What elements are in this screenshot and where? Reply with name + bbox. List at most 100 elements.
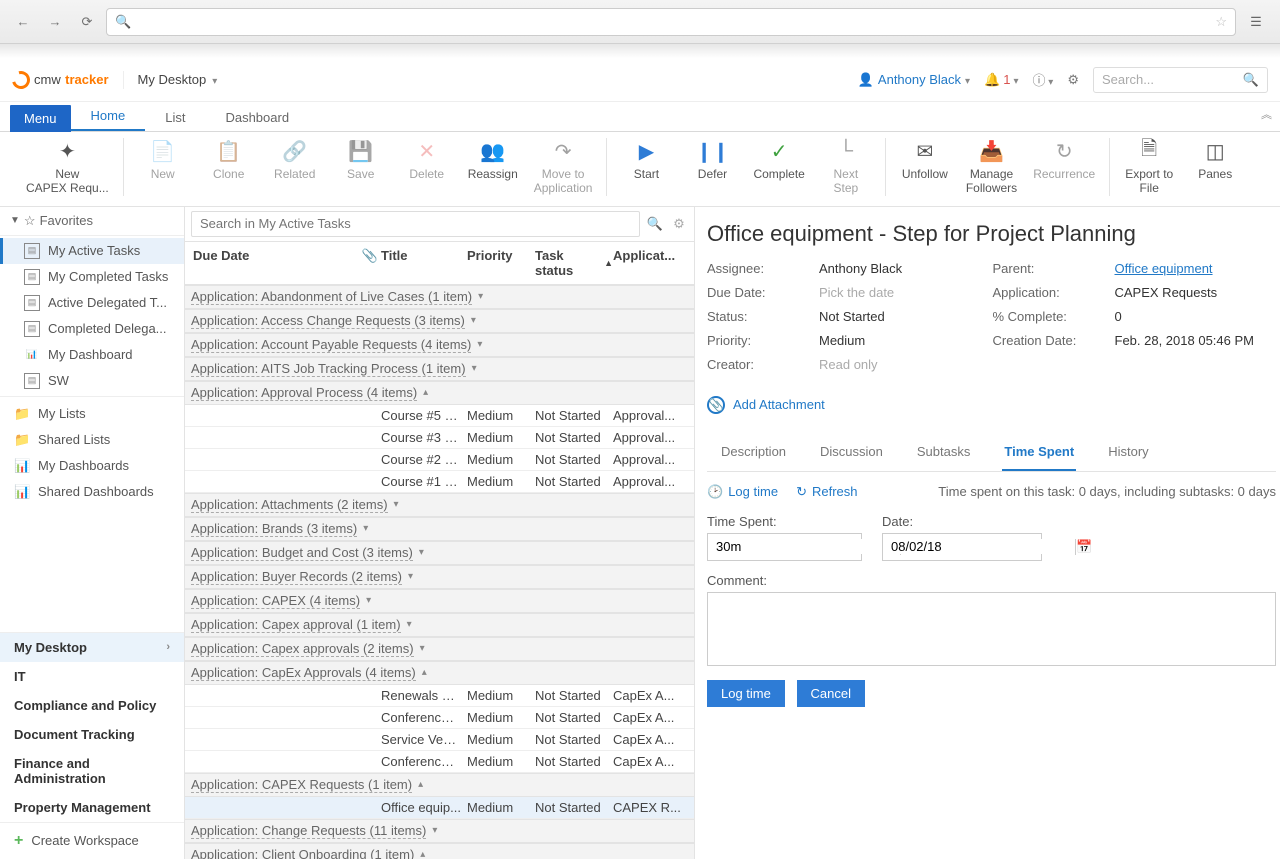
group-row[interactable]: Application: Client Onboarding (1 item)▴ (185, 843, 694, 859)
settings-gear-icon[interactable]: ⚙ (1067, 72, 1079, 88)
workspace-it[interactable]: IT (0, 662, 184, 691)
log-time-link[interactable]: 🕑Log time (707, 484, 778, 500)
task-list-body[interactable]: Application: Abandonment of Live Cases (… (185, 285, 694, 859)
sidebar-section-my-lists[interactable]: 📁My Lists (0, 401, 184, 427)
create-workspace-button[interactable]: +Create Workspace (0, 822, 184, 859)
refresh-link[interactable]: ↻Refresh (796, 484, 857, 500)
menu-button[interactable]: Menu (10, 105, 71, 132)
value-percent-complete[interactable]: 0 (1115, 309, 1277, 324)
value-priority[interactable]: Medium (819, 333, 981, 348)
task-row[interactable]: Course #2 - ...MediumNot StartedApproval… (185, 449, 694, 471)
col-priority[interactable]: Priority (467, 248, 535, 278)
tab-list[interactable]: List (145, 104, 205, 131)
tab-discussion[interactable]: Discussion (818, 434, 885, 471)
workspace-finance[interactable]: Finance and Administration (0, 749, 184, 793)
list-settings-icon[interactable]: ⚙ (670, 216, 688, 232)
col-due-date[interactable]: Due Date (189, 248, 359, 278)
group-row[interactable]: Application: Budget and Cost (3 items)▾ (185, 541, 694, 565)
value-parent-link[interactable]: Office equipment (1115, 261, 1277, 276)
col-application[interactable]: Applicat... (613, 248, 690, 278)
tab-description[interactable]: Description (719, 434, 788, 471)
complete-button[interactable]: ✓Complete (753, 138, 804, 182)
panes-button[interactable]: ◫Panes (1190, 138, 1240, 182)
list-search-icon[interactable]: 🔍 (646, 216, 664, 232)
reassign-button[interactable]: 👥Reassign (468, 138, 518, 182)
time-spent-input[interactable]: ▾ (707, 533, 862, 561)
date-field[interactable] (883, 539, 1075, 554)
group-row[interactable]: Application: Attachments (2 items)▾ (185, 493, 694, 517)
tab-dashboard[interactable]: Dashboard (205, 104, 309, 131)
current-user[interactable]: 👤 Anthony Black (858, 72, 970, 88)
sidebar-item-my-active-tasks[interactable]: ▤My Active Tasks (0, 238, 184, 264)
workspace-document-tracking[interactable]: Document Tracking (0, 720, 184, 749)
group-row[interactable]: Application: AITS Job Tracking Process (… (185, 357, 694, 381)
new-capex-button[interactable]: ✦New CAPEX Requ... (26, 138, 109, 196)
sidebar-section-my-dashboards[interactable]: 📊My Dashboards (0, 453, 184, 479)
clone-button[interactable]: 📋Clone (204, 138, 254, 182)
group-row[interactable]: Application: Account Payable Requests (4… (185, 333, 694, 357)
group-row[interactable]: Application: Access Change Requests (3 i… (185, 309, 694, 333)
url-bar[interactable]: 🔍 ☆ (106, 8, 1236, 36)
sidebar-section-shared-dashboards[interactable]: 📊Shared Dashboards (0, 479, 184, 505)
related-button[interactable]: 🔗Related (270, 138, 320, 182)
group-row[interactable]: Application: Approval Process (4 items)▴ (185, 381, 694, 405)
desktop-selector[interactable]: My Desktop (138, 72, 218, 87)
tab-history[interactable]: History (1106, 434, 1150, 471)
global-search[interactable]: Search... 🔍 (1093, 67, 1268, 93)
collapse-ribbon-icon[interactable]: ︽ (1261, 106, 1272, 122)
cancel-button[interactable]: Cancel (797, 680, 865, 707)
reload-icon[interactable]: ⟳ (74, 9, 100, 35)
calendar-icon[interactable]: 📅 (1075, 539, 1092, 555)
comment-textarea[interactable] (707, 592, 1276, 666)
delete-button[interactable]: ✕Delete (402, 138, 452, 182)
task-row[interactable]: Course #1 - ...MediumNot StartedApproval… (185, 471, 694, 493)
task-row[interactable]: Service Vehic...MediumNot StartedCapEx A… (185, 729, 694, 751)
group-row[interactable]: Application: Capex approvals (2 items)▾ (185, 637, 694, 661)
group-row[interactable]: Application: Brands (3 items)▾ (185, 517, 694, 541)
tab-home[interactable]: Home (71, 102, 146, 131)
sidebar-item-my-dashboard[interactable]: 📊My Dashboard (0, 342, 184, 368)
browser-menu-icon[interactable]: ☰ (1242, 8, 1270, 36)
next-step-button[interactable]: └Next Step (821, 138, 871, 196)
log-time-button[interactable]: Log time (707, 680, 785, 707)
group-row[interactable]: Application: Capex approval (1 item)▾ (185, 613, 694, 637)
group-row[interactable]: Application: CAPEX Requests (1 item)▴ (185, 773, 694, 797)
defer-button[interactable]: ❙❙Defer (687, 138, 737, 182)
col-attachment-icon[interactable]: 📎 (359, 248, 381, 278)
manage-followers-button[interactable]: 📥Manage Followers (966, 138, 1017, 196)
group-row[interactable]: Application: Buyer Records (2 items)▾ (185, 565, 694, 589)
sidebar-item-sw[interactable]: ▤SW (0, 368, 184, 394)
start-button[interactable]: ▶Start (621, 138, 671, 182)
sidebar-item-my-completed-tasks[interactable]: ▤My Completed Tasks (0, 264, 184, 290)
new-button[interactable]: 📄New (138, 138, 188, 182)
bookmark-star-icon[interactable]: ☆ (1215, 14, 1227, 30)
group-row[interactable]: Application: Abandonment of Live Cases (… (185, 285, 694, 309)
task-row-selected[interactable]: Office equip...MediumNot StartedCAPEX R.… (185, 797, 694, 819)
group-row[interactable]: Application: CapEx Approvals (4 items)▴ (185, 661, 694, 685)
unfollow-button[interactable]: ✉Unfollow (900, 138, 950, 182)
forward-icon[interactable]: → (42, 9, 68, 35)
favorites-header[interactable]: ▼ ☆ Favorites (0, 207, 184, 236)
notifications[interactable]: 🔔 1 (984, 72, 1018, 88)
task-row[interactable]: Conference t...MediumNot StartedCapEx A.… (185, 751, 694, 773)
back-icon[interactable]: ← (10, 9, 36, 35)
workspace-property[interactable]: Property Management (0, 793, 184, 822)
sidebar-item-completed-delegated[interactable]: ▤Completed Delega... (0, 316, 184, 342)
time-spent-field[interactable] (708, 539, 900, 554)
sidebar-section-shared-lists[interactable]: 📁Shared Lists (0, 427, 184, 453)
group-row[interactable]: Application: CAPEX (4 items)▾ (185, 589, 694, 613)
save-button[interactable]: 💾Save (336, 138, 386, 182)
task-row[interactable]: Renewals off...MediumNot StartedCapEx A.… (185, 685, 694, 707)
tab-time-spent[interactable]: Time Spent (1002, 434, 1076, 471)
task-row[interactable]: Course #5 - ...MediumNot StartedApproval… (185, 405, 694, 427)
group-row[interactable]: Application: Change Requests (11 items)▾ (185, 819, 694, 843)
value-assignee[interactable]: Anthony Black (819, 261, 981, 276)
add-attachment-button[interactable]: 📎 Add Attachment (707, 396, 1276, 414)
export-button[interactable]: 🗎Export to File (1124, 138, 1174, 196)
col-title[interactable]: Title (381, 248, 467, 278)
date-input[interactable]: 📅 (882, 533, 1042, 561)
workspace-compliance[interactable]: Compliance and Policy (0, 691, 184, 720)
recurrence-button[interactable]: ↻Recurrence (1033, 138, 1095, 182)
value-due-date[interactable]: Pick the date (819, 285, 981, 300)
help-icon[interactable]: ⓘ (1033, 70, 1054, 89)
